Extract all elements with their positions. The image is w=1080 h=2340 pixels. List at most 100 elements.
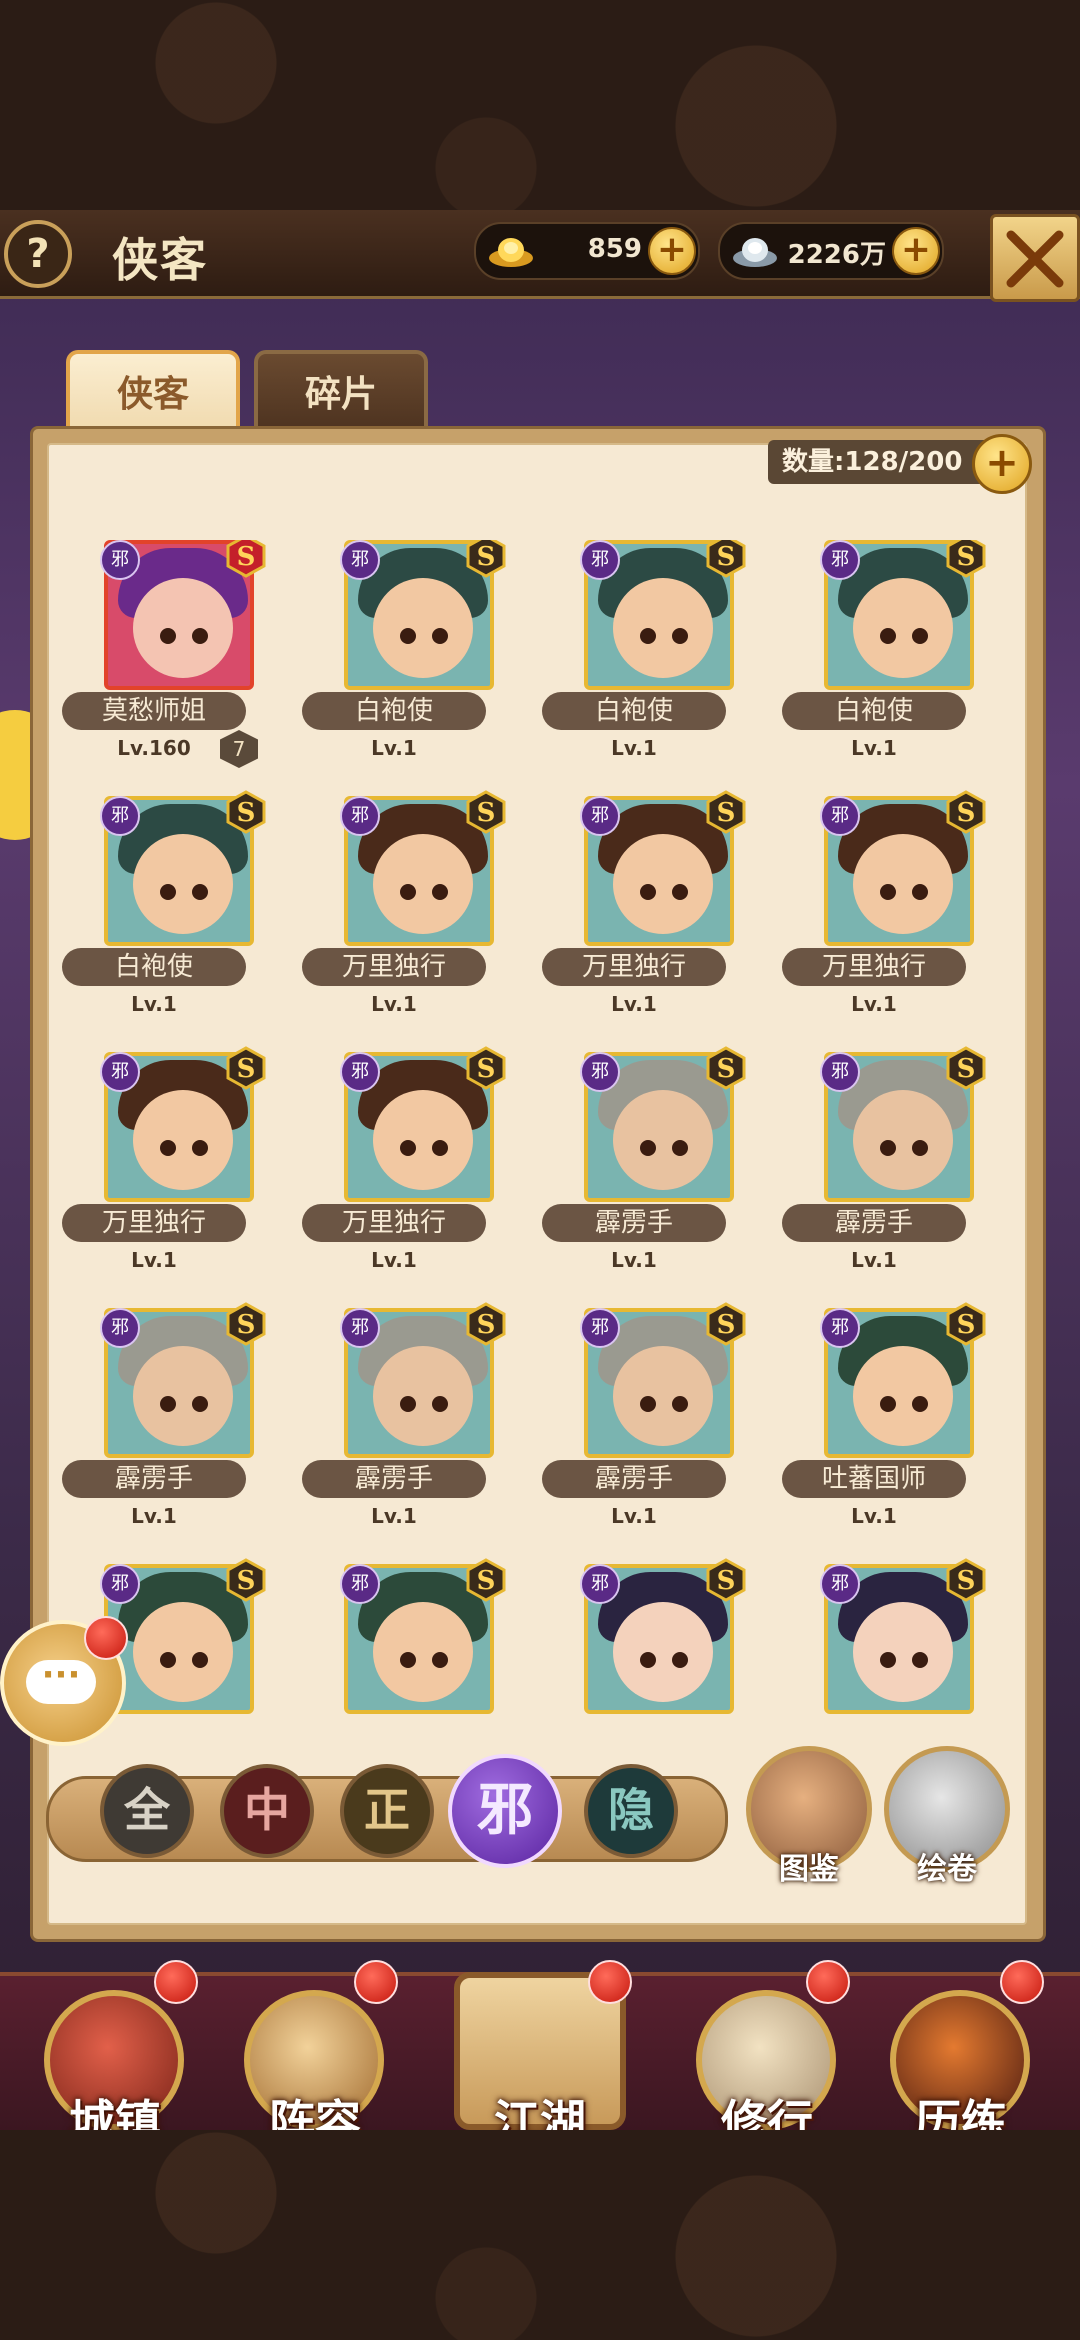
page-title: 侠客 [112,233,208,287]
hero-level: Lv.1 [611,736,657,760]
hero-eye [400,1652,416,1668]
svg-text:S: S [717,798,736,828]
hero-face [373,1346,473,1446]
hero-eye [912,628,928,644]
filter-hidden-button[interactable]: 隐 [584,1764,678,1858]
svg-text:S: S [237,1054,256,1084]
hero-face [133,578,233,678]
hero-face [373,1602,473,1702]
svg-text:S: S [717,1310,736,1340]
svg-text:S: S [237,1566,256,1596]
hero-eye [160,1140,176,1156]
rank-s-icon: S [466,790,506,834]
nav-town-label: 城镇 [69,2095,161,2130]
rank-s-icon: S [946,790,986,834]
hero-card[interactable]: 邪 S 霹雳手 Lv.1 [776,1046,986,1308]
filter-evil-button[interactable]: 邪 [448,1754,562,1868]
hero-eye [400,1396,416,1412]
hero-face [133,1346,233,1446]
hero-card[interactable]: 邪 S 万里独行 Lv.1 [296,790,506,1052]
hero-level: Lv.1 [611,992,657,1016]
faction-evil-icon: 邪 [100,1308,140,1348]
game-screen: ? 侠客 859 + 2226万 + 侠客 碎片 数量:128/200 + 邪 … [0,210,1080,2130]
faction-evil-icon: 邪 [340,540,380,580]
rank-s-icon: S [946,1302,986,1346]
hero-eye [432,1396,448,1412]
nav-jianghu-label: 江湖 [494,2095,586,2130]
hero-name: 白袍使 [62,948,246,986]
hero-eye [912,1396,928,1412]
add-gold-button[interactable]: + [648,227,696,275]
rank-s-icon: S [946,540,986,578]
svg-text:S: S [237,1310,256,1340]
hero-name: 霹雳手 [302,1460,486,1498]
rank-s-icon: S [706,790,746,834]
help-button[interactable]: ? [4,220,72,288]
filter-righteous-button[interactable]: 正 [340,1764,434,1858]
hero-face [613,1346,713,1446]
svg-text:S: S [957,542,976,572]
hero-card[interactable]: 邪 S 霹雳手 Lv.1 [56,1302,266,1564]
hero-face [373,578,473,678]
hero-card[interactable]: 邪 S 吐蕃国师 Lv.1 [776,1302,986,1564]
filter-neutral-button[interactable]: 中 [220,1764,314,1858]
hero-eye [640,1140,656,1156]
faction-evil-icon: 邪 [100,540,140,580]
header-bar: ? 侠客 859 + 2226万 + [0,210,1080,302]
svg-text:S: S [477,542,496,572]
hero-face [853,834,953,934]
hero-eye [400,1140,416,1156]
faction-evil-icon: 邪 [100,796,140,836]
rank-s-icon: S [466,1046,506,1090]
hero-eye [400,628,416,644]
hero-name: 霹雳手 [782,1204,966,1242]
add-silver-button[interactable]: + [892,227,940,275]
hero-name: 霹雳手 [542,1460,726,1498]
hero-eye [672,884,688,900]
svg-text:S: S [957,1566,976,1596]
faction-evil-icon: 邪 [100,1052,140,1092]
filter-all-button[interactable]: 全 [100,1764,194,1858]
hero-card[interactable]: 邪 S 霹雳手 Lv.1 [536,1302,746,1564]
hero-eye [400,884,416,900]
hero-card[interactable]: 邪 S 万里独行 Lv.1 [296,1046,506,1308]
hero-eye [640,884,656,900]
hero-face [853,1090,953,1190]
hero-card[interactable]: 邪 S 霹雳手 Lv.1 [296,1302,506,1564]
hero-card[interactable]: 邪 S 白袍使 Lv.1 [56,790,266,1052]
silver-ingot-icon [733,238,777,267]
close-button[interactable] [990,214,1080,302]
hero-face [853,578,953,678]
expand-capacity-button[interactable]: + [972,434,1032,494]
tab-heroes[interactable]: 侠客 [66,350,240,434]
hero-level: Lv.1 [851,736,897,760]
faction-evil-icon: 邪 [580,796,620,836]
hero-name: 霹雳手 [542,1204,726,1242]
rank-s-icon: S [706,1046,746,1090]
faction-evil-icon: 邪 [820,1052,860,1092]
nav-training-label: 修行 [721,2095,813,2130]
hero-card[interactable]: 邪 S 万里独行 Lv.1 [776,790,986,1052]
gold-amount: 859 [587,234,642,264]
rank-s-icon: S [706,540,746,578]
hero-name: 万里独行 [782,948,966,986]
hero-name: 白袍使 [782,692,966,730]
hero-card[interactable]: 邪 S 霹雳手 Lv.1 [536,1046,746,1308]
tab-fragments[interactable]: 碎片 [254,350,428,434]
hero-level: Lv.1 [371,1504,417,1528]
hero-level: Lv.1 [851,992,897,1016]
hero-card[interactable]: 邪 S 白袍使 Lv.1 [536,540,746,796]
svg-text:S: S [237,542,256,572]
hero-face [613,834,713,934]
hero-eye [912,1140,928,1156]
svg-text:S: S [717,1054,736,1084]
hero-card[interactable]: 邪 S 白袍使 Lv.1 [776,540,986,796]
faction-evil-icon: 邪 [820,1308,860,1348]
hero-card[interactable]: 邪 S 万里独行 Lv.1 [536,790,746,1052]
hero-card[interactable]: 邪 S 莫愁师姐 Lv.160 7 [56,540,266,796]
hero-card[interactable]: 邪 S 白袍使 Lv.1 [296,540,506,796]
hero-level: Lv.1 [611,1248,657,1272]
hero-face [133,834,233,934]
hero-card[interactable]: 邪 S 万里独行 Lv.1 [56,1046,266,1308]
rank-s-icon: S [466,1302,506,1346]
